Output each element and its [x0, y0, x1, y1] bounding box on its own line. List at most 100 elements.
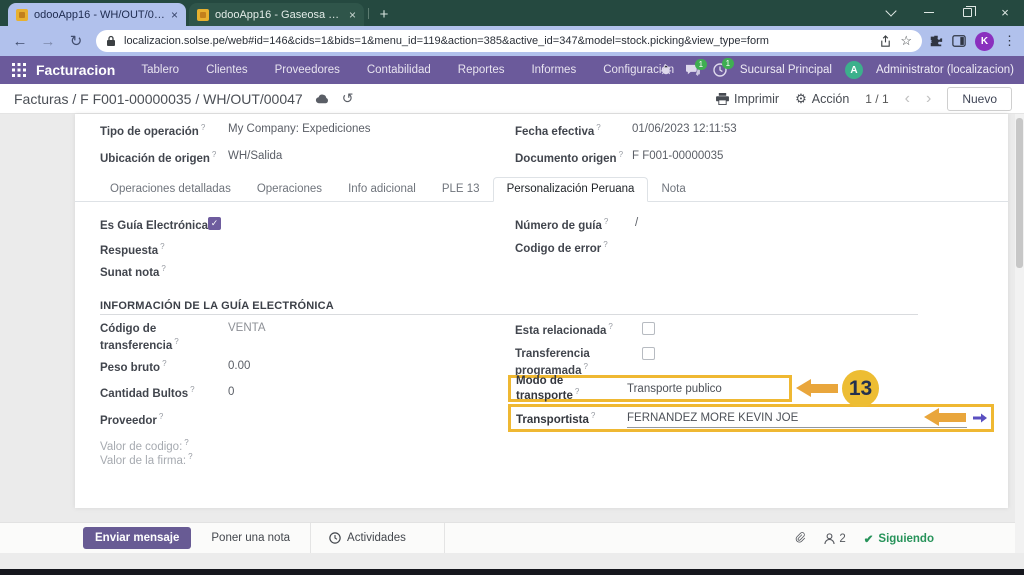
field-label-codigo-transferencia: Código de transferencia? — [100, 322, 212, 354]
pager-prev-icon[interactable]: ‹ — [905, 91, 910, 107]
close-window-button[interactable]: × — [986, 0, 1024, 25]
new-record-button[interactable]: Nuevo — [947, 87, 1012, 111]
forward-icon[interactable]: → — [34, 33, 62, 50]
reload-icon[interactable]: ↻ — [62, 32, 90, 50]
tab-personalizacion-peruana[interactable]: Personalización Peruana — [493, 177, 649, 202]
back-icon[interactable]: ← — [6, 33, 34, 50]
attachments-button[interactable] — [795, 532, 806, 545]
field-value-ubicacion-origen[interactable]: WH/Salida — [228, 150, 282, 162]
nav-menu-reportes[interactable]: Reportes — [458, 64, 505, 76]
user-avatar[interactable]: A — [845, 61, 863, 79]
nav-menu-tablero[interactable]: Tablero — [141, 64, 179, 76]
nav-menu-proveedores[interactable]: Proveedores — [275, 64, 340, 76]
url-bar[interactable]: localizacion.solse.pe/web#id=146&cids=1&… — [96, 30, 922, 52]
messages-icon[interactable]: 1 — [685, 64, 700, 77]
field-value-tipo-operacion[interactable]: My Company: Expediciones — [228, 123, 371, 135]
followers-button[interactable]: 2 — [824, 533, 845, 545]
print-button[interactable]: Imprimir — [716, 92, 779, 106]
annotation-number-badge: 13 — [842, 370, 879, 407]
transportista-input[interactable]: FERNANDEZ MORE KEVIN JOE ▾ — [627, 408, 967, 428]
highlight-modo-transporte: Modo de transporte? Transporte publico — [508, 375, 792, 402]
tab-operaciones-detalladas[interactable]: Operaciones detalladas — [97, 178, 244, 201]
field-value-cantidad-bultos[interactable]: 0 — [228, 386, 234, 398]
field-label-peso-bruto: Peso bruto? — [100, 359, 167, 376]
nav-menu-informes[interactable]: Informes — [531, 64, 576, 76]
field-value-fecha-efectiva[interactable]: 01/06/2023 12:11:53 — [632, 123, 737, 135]
messages-badge: 1 — [695, 59, 707, 70]
form-sheet: Tipo de operación? My Company: Expedicio… — [75, 114, 1008, 508]
share-icon[interactable] — [879, 35, 892, 48]
screen: odooApp16 - WH/OUT/00047 × odooApp16 - G… — [0, 0, 1024, 575]
odoo-favicon-icon — [16, 9, 28, 21]
log-note-button[interactable]: Poner una nota — [211, 532, 290, 544]
pager-next-icon[interactable]: › — [926, 91, 931, 107]
activities-clock-icon[interactable]: 1 — [713, 63, 727, 77]
check-icon: ✔ — [864, 532, 874, 546]
close-tab-icon[interactable]: × — [171, 8, 178, 22]
field-label-proveedor: Proveedor? — [100, 412, 163, 429]
field-label-ubicacion-origen: Ubicación de origen? — [100, 150, 216, 167]
field-label-modo-transporte: Modo de transporte? — [511, 375, 627, 402]
field-label-transferencia-programada: Transferencia programada? — [515, 347, 627, 379]
tab-info-adicional[interactable]: Info adicional — [335, 178, 429, 201]
send-message-button[interactable]: Enviar mensaje — [83, 527, 191, 549]
new-tab-button[interactable]: + — [373, 4, 395, 24]
field-label-valor-codigo: Valor de codigo:? — [100, 438, 189, 453]
field-label-transportista: Transportista? — [511, 411, 627, 426]
breadcrumb[interactable]: Facturas / F F001-00000035 / WH/OUT/0004… — [14, 91, 303, 107]
checkbox-esta-relacionada[interactable] — [642, 322, 655, 335]
field-label-cantidad-bultos: Cantidad Bultos? — [100, 385, 195, 402]
lock-icon — [106, 35, 116, 47]
checkbox-transferencia-programada[interactable] — [642, 347, 655, 360]
following-button[interactable]: ✔ Siguiendo — [864, 532, 934, 546]
scrollbar-thumb[interactable] — [1016, 118, 1023, 268]
printer-icon — [716, 93, 729, 105]
annotation-arrow-modo-transporte — [796, 379, 838, 397]
minimize-button[interactable] — [910, 0, 948, 25]
close-tab-icon[interactable]: × — [349, 8, 356, 22]
checkbox-es-guia[interactable]: ✓ — [208, 217, 221, 230]
taskbar-strip — [0, 569, 1024, 575]
field-value-documento-origen[interactable]: F F001-00000035 — [632, 150, 723, 162]
field-value-transportista[interactable]: FERNANDEZ MORE KEVIN JOE — [627, 412, 958, 424]
browser-profile-avatar[interactable]: K — [975, 32, 994, 51]
apps-grid-icon[interactable] — [12, 63, 26, 77]
url-text: localizacion.solse.pe/web#id=146&cids=1&… — [124, 35, 871, 47]
side-panel-icon[interactable] — [952, 34, 966, 48]
chatter-bar: Enviar mensaje Poner una nota Actividade… — [0, 522, 1024, 553]
field-label-numero-guia: Número de guía? — [515, 217, 608, 234]
extensions-puzzle-icon[interactable] — [929, 34, 943, 48]
clock-icon — [329, 532, 341, 544]
followers-count: 2 — [839, 533, 845, 545]
app-name[interactable]: Facturacion — [36, 62, 115, 78]
browser-toolbar: ← → ↻ localizacion.solse.pe/web#id=146&c… — [0, 26, 1024, 56]
browser-tab-inactive[interactable]: odooApp16 - Gaseosa Kola 3L × — [189, 3, 364, 26]
field-value-modo-transporte[interactable]: Transporte publico — [627, 383, 722, 395]
field-value-peso-bruto[interactable]: 0.00 — [228, 360, 250, 372]
user-menu[interactable]: Administrator (localizacion) — [876, 64, 1014, 76]
field-label-respuesta: Respuesta? — [100, 242, 165, 259]
browser-tab-active[interactable]: odooApp16 - WH/OUT/00047 × — [8, 3, 186, 26]
restore-button[interactable] — [948, 0, 986, 25]
activities-badge: 1 — [722, 58, 734, 69]
tab-ple-13[interactable]: PLE 13 — [429, 178, 493, 201]
field-label-valor-firma: Valor de la firma:? — [100, 452, 193, 467]
action-button[interactable]: ⚙ Acción — [795, 91, 849, 107]
nav-menu-contabilidad[interactable]: Contabilidad — [367, 64, 431, 76]
field-label-esta-relacionada: Esta relacionada? — [515, 322, 613, 339]
discard-undo-icon[interactable]: ↺ — [342, 90, 354, 107]
browser-actions: K ⋮ — [929, 26, 1020, 56]
cloud-save-icon[interactable] — [315, 93, 330, 104]
debug-bug-icon[interactable] — [660, 64, 672, 76]
company-switcher[interactable]: Sucursal Principal — [740, 64, 832, 76]
field-label-es-guia: Es Guía Electrónica? — [100, 217, 214, 234]
tab-search-button[interactable] — [872, 0, 910, 25]
bookmark-star-icon[interactable]: ☆ — [900, 33, 912, 49]
tab-nota[interactable]: Nota — [648, 178, 698, 201]
tab-operaciones[interactable]: Operaciones — [244, 178, 335, 201]
internal-link-arrow-icon[interactable] — [973, 412, 987, 424]
gear-icon: ⚙ — [795, 91, 807, 107]
activities-button[interactable]: Actividades — [311, 532, 424, 544]
nav-menu-clientes[interactable]: Clientes — [206, 64, 248, 76]
browser-menu-icon[interactable]: ⋮ — [1003, 33, 1016, 49]
